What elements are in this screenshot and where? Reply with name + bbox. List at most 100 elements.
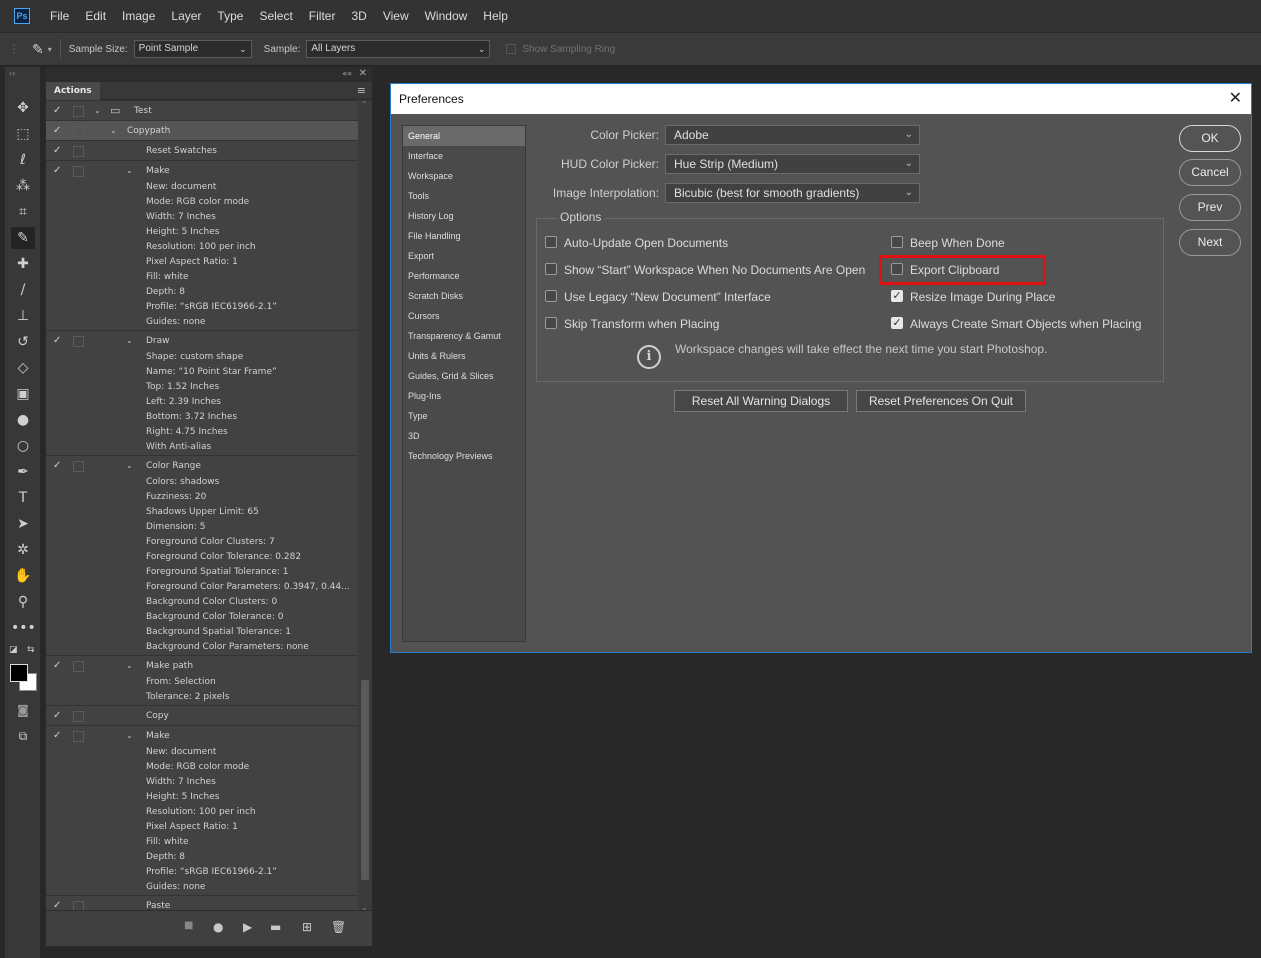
hand-icon[interactable]: ✋ xyxy=(11,565,35,587)
action-param[interactable]: Resolution: 100 per inch xyxy=(46,805,358,820)
dialog-toggle-box[interactable] xyxy=(73,900,84,910)
eyedropper-preset-icon[interactable]: ✎ xyxy=(32,41,44,58)
menu-help[interactable]: Help xyxy=(475,9,516,23)
dialog-toggle-box[interactable] xyxy=(73,730,84,742)
sampling-ring-checkbox[interactable] xyxy=(506,44,517,54)
action-param[interactable]: Profile: “sRGB IEC61966-2.1” xyxy=(46,865,358,880)
history-brush-icon[interactable]: ↺ xyxy=(11,331,35,353)
reset-warning-dialogs-button[interactable]: Reset All Warning Dialogs xyxy=(674,390,848,412)
toggle-check-icon[interactable]: ✓ xyxy=(53,456,61,476)
action-item[interactable]: ✓ ⌄ Make xyxy=(46,160,358,180)
action-param[interactable]: Background Color Clusters: 0 xyxy=(46,595,358,610)
expand-chevron-icon[interactable]: ⌄ xyxy=(126,456,133,476)
close-icon[interactable]: ✕ xyxy=(1229,84,1242,114)
menu-filter[interactable]: Filter xyxy=(301,9,344,23)
nav-item-transparency-gamut[interactable]: Transparency & Gamut xyxy=(403,326,525,346)
action-param[interactable]: Foreground Color Tolerance: 0.282 xyxy=(46,550,358,565)
nav-item-export[interactable]: Export xyxy=(403,246,525,266)
action-param[interactable]: Fill: white xyxy=(46,835,358,850)
action-param[interactable]: Profile: “sRGB IEC61966-2.1” xyxy=(46,300,358,315)
next-button[interactable]: Next xyxy=(1179,229,1241,256)
nav-item-scratch-disks[interactable]: Scratch Disks xyxy=(403,286,525,306)
toggle-check-icon[interactable]: ✓ xyxy=(53,726,61,746)
menu-edit[interactable]: Edit xyxy=(77,9,114,23)
swap-colors-icon[interactable]: ⇆ xyxy=(27,645,35,655)
zoom-icon[interactable]: ⚲ xyxy=(11,591,35,613)
expand-chevron-icon[interactable]: ⌄ xyxy=(110,121,117,141)
delete-icon[interactable]: 🗑 xyxy=(331,920,346,934)
close-panel-icon[interactable]: ✕ xyxy=(359,68,367,79)
actions-scrollbar[interactable]: ⌃ ⌄ xyxy=(358,100,372,912)
action-param[interactable]: Tolerance: 2 pixels xyxy=(46,690,358,705)
marquee-icon[interactable]: ⬚ xyxy=(11,123,35,145)
scroll-up-icon[interactable]: ⌃ xyxy=(361,100,368,109)
action-param[interactable]: Shadows Upper Limit: 65 xyxy=(46,505,358,520)
nav-item-units-rulers[interactable]: Units & Rulers xyxy=(403,346,525,366)
dialog-toggle-box[interactable] xyxy=(73,125,84,137)
dialog-toggle-box[interactable] xyxy=(73,460,84,472)
nav-item-plug-ins[interactable]: Plug-Ins xyxy=(403,386,525,406)
menu-layer[interactable]: Layer xyxy=(163,9,209,23)
new-set-icon[interactable]: ▬ xyxy=(270,920,281,934)
action-param[interactable]: Pixel Aspect Ratio: 1 xyxy=(46,255,358,270)
action-param[interactable]: Background Spatial Tolerance: 1 xyxy=(46,625,358,640)
stamp-icon[interactable]: ⊥ xyxy=(11,305,35,327)
crop-icon[interactable]: ⌗ xyxy=(11,201,35,223)
action-param[interactable]: Background Color Parameters: none xyxy=(46,640,358,655)
panel-menu-icon[interactable]: ≡ xyxy=(357,84,366,97)
dialog-toggle-box[interactable] xyxy=(73,335,84,347)
eraser-icon[interactable]: ◇ xyxy=(11,357,35,379)
nav-item-performance[interactable]: Performance xyxy=(403,266,525,286)
action-param[interactable]: Shape: custom shape xyxy=(46,350,358,365)
legacy-new-doc-checkbox[interactable] xyxy=(545,290,557,302)
action-param[interactable]: Top: 1.52 Inches xyxy=(46,380,358,395)
action-param[interactable]: From: Selection xyxy=(46,675,358,690)
beep-when-done-checkbox[interactable] xyxy=(891,236,903,248)
blur-icon[interactable]: ● xyxy=(11,409,35,431)
nav-item-cursors[interactable]: Cursors xyxy=(403,306,525,326)
tool-preset-chevron-icon[interactable]: ▾ xyxy=(48,45,52,54)
dialog-toggle-box[interactable] xyxy=(73,660,84,672)
expand-chevron-icon[interactable]: ⌄ xyxy=(126,726,133,746)
dialog-toggle-box[interactable] xyxy=(73,105,84,117)
toggle-check-icon[interactable]: ✓ xyxy=(53,101,61,121)
dialog-toggle-box[interactable] xyxy=(73,710,84,722)
nav-item-interface[interactable]: Interface xyxy=(403,146,525,166)
menu-3d[interactable]: 3D xyxy=(343,9,374,23)
action-param[interactable]: Left: 2.39 Inches xyxy=(46,395,358,410)
action-param[interactable]: Foreground Color Parameters: 0.3947, 0.4… xyxy=(46,580,358,595)
ok-button[interactable]: OK xyxy=(1179,125,1241,152)
action-item[interactable]: ✓ ⌄ Copypath xyxy=(46,120,358,140)
move-icon[interactable]: ✥ xyxy=(11,97,35,119)
action-param[interactable]: Bottom: 3.72 Inches xyxy=(46,410,358,425)
scroll-thumb[interactable] xyxy=(361,680,369,880)
skip-transform-checkbox[interactable] xyxy=(545,317,557,329)
nav-item-workspace[interactable]: Workspace xyxy=(403,166,525,186)
reset-preferences-button[interactable]: Reset Preferences On Quit xyxy=(856,390,1026,412)
toggle-check-icon[interactable]: ✓ xyxy=(53,896,61,910)
nav-item-3d[interactable]: 3D xyxy=(403,426,525,446)
action-param[interactable]: New: document xyxy=(46,180,358,195)
action-item[interactable]: ✓ ⌄ Draw xyxy=(46,330,358,350)
expand-chevron-icon[interactable]: ⌄ xyxy=(94,101,101,121)
action-item[interactable]: ✓ ⌄ Make xyxy=(46,725,358,745)
action-item[interactable]: ✓ Reset Swatches xyxy=(46,140,358,160)
lasso-icon[interactable]: ℓ xyxy=(11,149,35,171)
sample-size-select[interactable]: Point Sample ⌄ xyxy=(133,40,252,58)
auto-update-checkbox[interactable] xyxy=(545,236,557,248)
cancel-button[interactable]: Cancel xyxy=(1179,159,1241,186)
dialog-toggle-box[interactable] xyxy=(73,165,84,177)
action-param[interactable]: Width: 7 Inches xyxy=(46,210,358,225)
prev-button[interactable]: Prev xyxy=(1179,194,1241,221)
action-param[interactable]: Guides: none xyxy=(46,315,358,330)
menu-window[interactable]: Window xyxy=(417,9,476,23)
action-param[interactable]: Depth: 8 xyxy=(46,850,358,865)
menu-view[interactable]: View xyxy=(375,9,417,23)
more-tools-icon[interactable]: ••• xyxy=(11,617,36,639)
action-param[interactable]: Right: 4.75 Inches xyxy=(46,425,358,440)
toggle-check-icon[interactable]: ✓ xyxy=(53,121,61,141)
action-param[interactable]: Height: 5 Inches xyxy=(46,225,358,240)
nav-item-technology-previews[interactable]: Technology Previews xyxy=(403,446,525,466)
action-param[interactable]: Guides: none xyxy=(46,880,358,895)
healing-brush-icon[interactable]: ✚ xyxy=(11,253,35,275)
